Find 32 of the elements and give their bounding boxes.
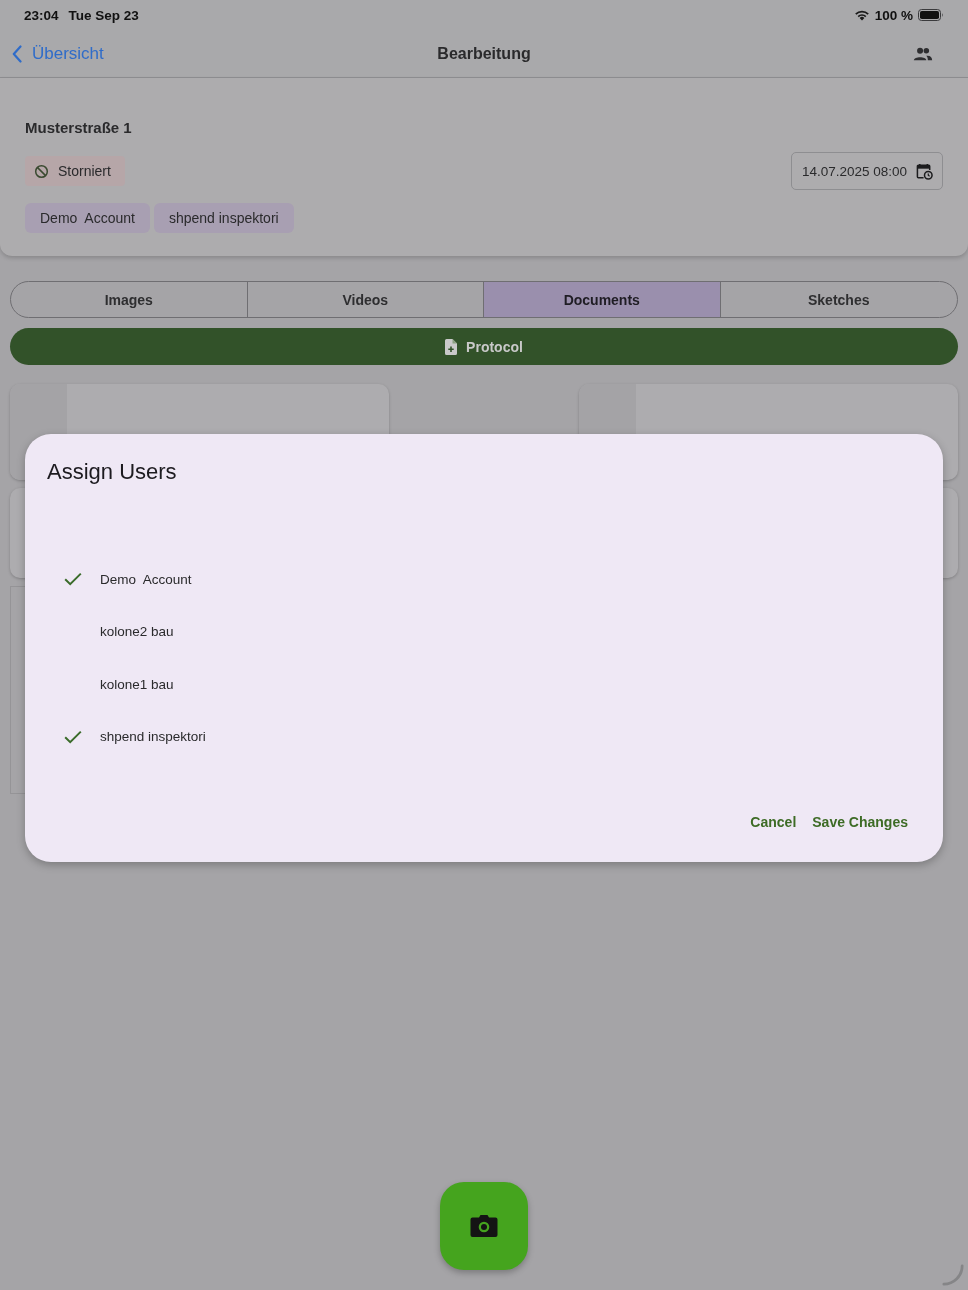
address-title: Musterstraße 1	[25, 119, 132, 137]
user-option[interactable]: kolone2 bau	[47, 605, 184, 658]
dialog-button[interactable]: Save Changes	[807, 808, 913, 836]
status-date: Tue Sep 23	[68, 7, 139, 23]
wifi-icon	[853, 9, 870, 21]
camera-button[interactable]	[440, 1182, 528, 1270]
tab[interactable]: Images	[11, 282, 248, 317]
dialog-title: Assign Users	[47, 458, 177, 486]
battery-percent: 100 %	[874, 7, 913, 23]
nav-title: Bearbeitung	[437, 44, 531, 63]
check-icon	[64, 729, 82, 744]
dialog-button[interactable]: Cancel	[745, 808, 802, 836]
status-time: 23:04	[24, 7, 59, 23]
user-tag: shpend inspektori	[153, 203, 294, 233]
calendar-clock-icon	[916, 162, 933, 180]
status-label: Storniert	[58, 163, 111, 179]
camera-icon	[470, 1214, 498, 1238]
user-option[interactable]: shpend inspektori	[47, 710, 216, 763]
tab[interactable]: Sketches	[720, 282, 957, 317]
user-option[interactable]: Demo Account	[47, 553, 202, 606]
tab[interactable]: Documents	[484, 282, 721, 317]
battery-icon	[918, 9, 944, 21]
people-icon[interactable]	[913, 46, 933, 61]
date-field[interactable]: 14.07.2025 08:00	[790, 152, 943, 190]
protocol-button[interactable]: Protocol	[10, 328, 958, 365]
check-icon	[64, 572, 82, 587]
file-plus-icon	[445, 338, 458, 355]
prohibited-icon	[34, 163, 49, 179]
user-tag: Demo Account	[25, 203, 150, 233]
user-option[interactable]: kolone1 bau	[47, 658, 184, 711]
chevron-left-icon	[12, 44, 22, 63]
corner-arc-icon	[942, 1264, 964, 1286]
